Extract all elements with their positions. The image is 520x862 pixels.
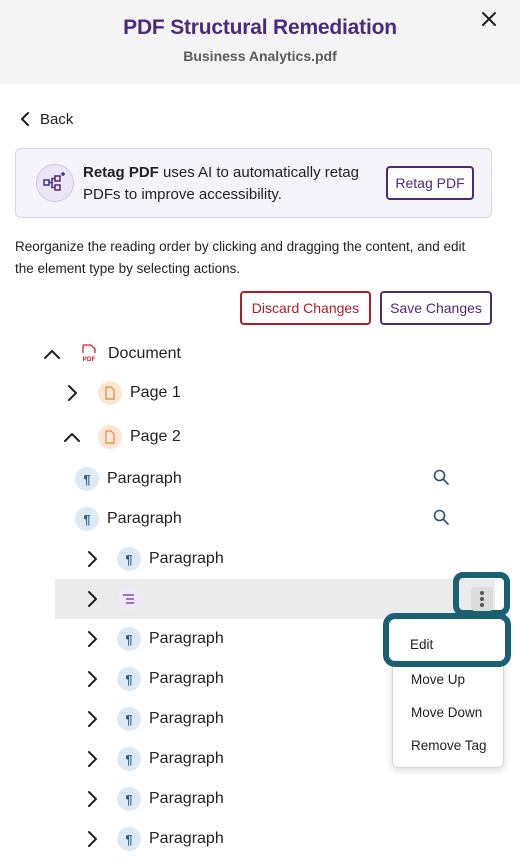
paragraph-icon: ¶ [117, 747, 141, 771]
chevron-left-icon [21, 112, 29, 126]
chevron-right-icon[interactable] [82, 789, 102, 809]
tree-node-paragraph[interactable]: ¶ Paragraph [82, 699, 224, 739]
paragraph-icon: ¶ [117, 707, 141, 731]
chevron-right-icon[interactable] [82, 709, 102, 729]
tree-node-page-2[interactable]: Page 2 [62, 417, 181, 457]
tree-node-label: Paragraph [149, 630, 224, 647]
tree-node-document[interactable]: PDF Document [42, 334, 181, 374]
paragraph-icon: ¶ [75, 507, 99, 531]
paragraph-icon: ¶ [117, 827, 141, 851]
tree-node-label: Paragraph [107, 510, 182, 527]
tree-node-paragraph[interactable]: ¶ Paragraph [82, 619, 224, 659]
page-icon [98, 425, 122, 449]
pdf-badge-text: PDF [83, 356, 96, 363]
search-icon[interactable] [432, 468, 450, 486]
tree-node-paragraph[interactable]: ¶ Paragraph [82, 779, 224, 819]
close-icon[interactable] [480, 10, 498, 28]
tree-node-page-1[interactable]: Page 1 [62, 373, 181, 413]
kebab-dot [480, 591, 484, 595]
back-button[interactable]: Back [18, 108, 73, 130]
tree-node-label: Document [108, 345, 181, 362]
tree-node-label: Paragraph [149, 790, 224, 807]
page-icon [98, 381, 122, 405]
list-icon [117, 587, 141, 611]
chevron-right-icon[interactable] [82, 589, 102, 609]
panel-header: PDF Structural Remediation Business Anal… [0, 0, 520, 84]
discard-changes-button[interactable]: Discard Changes [240, 291, 371, 325]
instructions-text: Reorganize the reading order by clicking… [15, 239, 466, 276]
tree-node-label: Page 2 [130, 428, 181, 445]
retag-title: Retag PDF [83, 164, 159, 181]
panel-title: PDF Structural Remediation [123, 16, 397, 39]
tree-node-paragraph[interactable]: ¶ Paragraph [82, 659, 224, 699]
pdf-file-icon: PDF [78, 342, 100, 366]
tree-node-paragraph[interactable]: ¶ Paragraph [82, 819, 224, 859]
tree-node-paragraph[interactable]: ¶ Paragraph [75, 459, 182, 499]
tree-node-paragraph[interactable]: ¶ Paragraph [75, 499, 182, 539]
search-icon[interactable] [432, 508, 450, 526]
tree-node-label: Paragraph [149, 710, 224, 727]
back-label: Back [40, 110, 74, 128]
retag-pdf-button[interactable]: Retag PDF [386, 166, 474, 200]
paragraph-icon: ¶ [117, 627, 141, 651]
chevron-up-icon[interactable] [42, 344, 62, 364]
chevron-right-icon[interactable] [82, 669, 102, 689]
tree-node-paragraph[interactable]: ¶ Paragraph [82, 739, 224, 779]
retag-banner: Retag PDF uses AI to automatically retag… [15, 148, 492, 218]
tree-node-label: Paragraph [149, 550, 224, 567]
chevron-right-icon[interactable] [82, 549, 102, 569]
tree-node-list[interactable] [82, 579, 141, 619]
kebab-dot [480, 597, 484, 601]
menu-item-edit[interactable]: Edit [410, 637, 433, 652]
chevron-right-icon[interactable] [82, 629, 102, 649]
tree-node-label: Paragraph [149, 750, 224, 767]
save-changes-button[interactable]: Save Changes [380, 291, 492, 325]
paragraph-icon: ¶ [117, 667, 141, 691]
tree-node-paragraph[interactable]: ¶ Paragraph [82, 539, 224, 579]
more-options-button[interactable] [471, 587, 493, 611]
ai-structure-icon [36, 164, 74, 202]
retag-description: Retag PDF uses AI to automatically retag… [83, 162, 383, 206]
chevron-right-icon[interactable] [82, 829, 102, 849]
kebab-dot [480, 603, 484, 607]
paragraph-icon: ¶ [117, 547, 141, 571]
file-name: Business Analytics.pdf [183, 48, 337, 64]
tree-node-label: Paragraph [107, 470, 182, 487]
chevron-right-icon[interactable] [62, 383, 82, 403]
menu-item-move-down[interactable]: Move Down [411, 705, 482, 720]
menu-item-move-up[interactable]: Move Up [411, 672, 465, 687]
tree-node-label: Paragraph [149, 670, 224, 687]
tree-node-label: Page 1 [130, 384, 181, 401]
chevron-right-icon[interactable] [82, 749, 102, 769]
menu-item-remove-tag[interactable]: Remove Tag [411, 738, 487, 753]
paragraph-icon: ¶ [117, 787, 141, 811]
tree-node-label: Paragraph [149, 830, 224, 847]
chevron-up-icon[interactable] [62, 427, 82, 447]
edit-focus-ring [383, 613, 511, 667]
paragraph-icon: ¶ [75, 467, 99, 491]
